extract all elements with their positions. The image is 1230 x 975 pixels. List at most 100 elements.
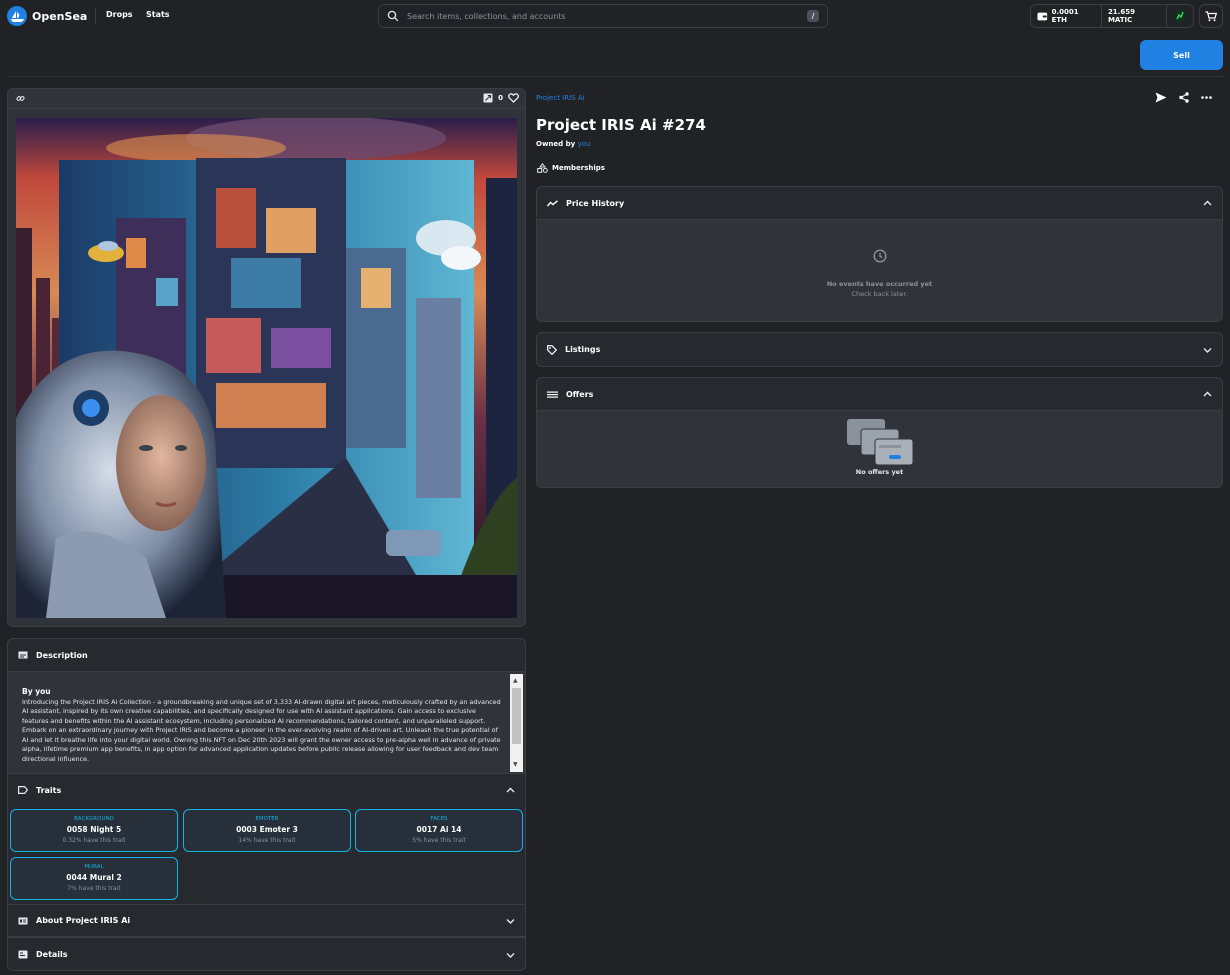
description-author: By you	[22, 687, 51, 696]
clock-icon	[872, 249, 887, 263]
favorite-count: 0	[498, 94, 503, 102]
trait-mural[interactable]: MURAL 0044 Mural 2 7% have this trait	[10, 857, 178, 900]
listings-panel: Listings	[536, 332, 1223, 367]
description-header[interactable]: Description	[8, 639, 525, 672]
trait-type: MURAL	[84, 864, 104, 870]
traits-title: Traits	[36, 785, 62, 795]
item-details-card: Description By you Introducing the Proje…	[7, 638, 526, 971]
matic-balance[interactable]: 21.659 MATIC	[1102, 5, 1166, 27]
sell-button[interactable]: Sell	[1140, 40, 1223, 70]
profile-avatar[interactable]	[1167, 5, 1193, 27]
about-collection-header[interactable]: About Project IRIS Ai	[8, 904, 525, 937]
trait-background[interactable]: BACKGROUND 0058 Night 5 0.32% have this …	[10, 809, 178, 852]
nft-artwork-image[interactable]	[16, 118, 517, 618]
nft-title: Project IRIS Ai #274	[536, 116, 706, 134]
empty-offers-illustration	[846, 419, 913, 466]
wallet-balance[interactable]: 0.0001 ETH 21.659 MATIC	[1030, 4, 1194, 28]
owned-by: Owned by you	[536, 140, 590, 148]
nav-drops[interactable]: Drops	[106, 10, 133, 19]
no-offers-text: No offers yet	[855, 468, 904, 476]
offers-header[interactable]: Offers	[537, 378, 1222, 411]
nav-stats[interactable]: Stats	[146, 10, 170, 19]
chevron-down-icon[interactable]	[1203, 347, 1212, 353]
details-header[interactable]: Details	[8, 937, 525, 970]
heart-icon[interactable]	[508, 93, 519, 103]
owner-link[interactable]: you	[578, 140, 591, 148]
header-divider	[7, 76, 1223, 77]
category-memberships[interactable]: Memberships	[537, 163, 605, 173]
price-tag-icon	[547, 344, 557, 355]
share-icon[interactable]	[1179, 92, 1189, 103]
price-history-panel: Price History No events have occurred ye…	[536, 186, 1223, 322]
details-title: Details	[36, 950, 68, 959]
search-bar[interactable]: Search items, collections, and accounts …	[378, 4, 828, 28]
cart-button[interactable]	[1199, 4, 1223, 28]
matic-balance-text: 21.659 MATIC	[1107, 8, 1135, 24]
collection-link[interactable]: Project IRIS Ai	[536, 94, 585, 102]
eth-balance[interactable]: 0.0001 ETH	[1031, 5, 1101, 27]
trait-faces[interactable]: FACES 0017 Ai 14 5% have this trait	[355, 809, 523, 852]
chevron-up-icon[interactable]	[506, 787, 515, 793]
avatar-icon	[1173, 9, 1187, 23]
top-navigation: OpenSea Drops Stats Search items, collec…	[0, 0, 1230, 32]
opensea-boat-icon	[7, 6, 27, 26]
trait-value: 0058 Night 5	[66, 825, 122, 834]
traits-header[interactable]: Traits	[8, 774, 525, 806]
listings-title: Listings	[565, 345, 601, 354]
eth-balance-text: 0.0001 ETH	[1051, 8, 1079, 24]
scroll-down-arrow-icon[interactable]: ▼	[513, 762, 518, 768]
description-scrollbar[interactable]: ▲ ▼	[510, 674, 523, 772]
expand-image-icon[interactable]	[483, 93, 493, 103]
scrollbar-thumb[interactable]	[512, 688, 521, 744]
tag-icon	[18, 786, 28, 794]
search-input[interactable]: Search items, collections, and accounts	[407, 12, 807, 21]
price-history-empty: No events have occurred yet Check back l…	[537, 220, 1222, 298]
trait-value: 0044 Mural 2	[66, 873, 122, 882]
chain-link-icon[interactable]	[16, 94, 25, 103]
wallet-icon	[1037, 12, 1048, 20]
scroll-up-arrow-icon[interactable]: ▲	[513, 678, 518, 684]
offers-body: No offers yet	[537, 411, 1222, 487]
image-card-header: 0	[8, 89, 525, 109]
nft-image-card: 0	[7, 88, 526, 627]
cart-icon	[1205, 10, 1217, 21]
chevron-down-icon[interactable]	[506, 918, 515, 924]
trend-line-icon	[547, 199, 558, 206]
description-title: Description	[36, 650, 88, 660]
trait-rarity: 5% have this trait	[412, 837, 466, 844]
price-history-body: No events have occurred yet Check back l…	[537, 220, 1222, 321]
price-history-title: Price History	[566, 198, 625, 208]
brand-name: OpenSea	[32, 9, 88, 23]
search-shortcut-key: /	[807, 10, 819, 22]
trait-rarity: 14% have this trait	[238, 837, 296, 844]
item-actions	[1155, 92, 1212, 103]
offers-empty: No offers yet	[537, 411, 1222, 476]
info-card-icon	[18, 917, 28, 924]
description-text: Introducing the Project IRIS Ai Collecti…	[22, 697, 501, 763]
opensea-logo[interactable]: OpenSea	[7, 6, 87, 26]
nav-divider	[95, 8, 96, 24]
trait-type: EMOTER	[255, 816, 279, 822]
memberships-icon	[537, 163, 548, 173]
chevron-up-icon[interactable]	[1203, 391, 1212, 397]
more-options-icon[interactable]	[1201, 92, 1212, 103]
description-body: By you Introducing the Project IRIS Ai C…	[8, 672, 525, 774]
offers-list-icon	[547, 391, 558, 398]
description-icon	[18, 651, 28, 659]
transfer-send-icon[interactable]	[1155, 92, 1167, 103]
about-collection-title: About Project IRIS Ai	[36, 916, 131, 925]
chevron-up-icon[interactable]	[1203, 200, 1212, 206]
empty-events-subtitle: Check back later.	[851, 290, 908, 298]
listings-header[interactable]: Listings	[537, 333, 1222, 366]
trait-type: FACES	[430, 816, 448, 822]
trait-rarity: 0.32% have this trait	[62, 837, 126, 844]
trait-emoter[interactable]: EMOTER 0003 Emoter 3 14% have this trait	[183, 809, 351, 852]
trait-value: 0003 Emoter 3	[236, 825, 298, 834]
price-history-header[interactable]: Price History	[537, 187, 1222, 220]
trait-value: 0017 Ai 14	[416, 825, 462, 834]
details-icon	[18, 950, 28, 959]
chevron-down-icon[interactable]	[506, 952, 515, 958]
category-label: Memberships	[552, 164, 605, 172]
offers-title: Offers	[566, 389, 594, 399]
owned-by-label: Owned by	[536, 140, 576, 148]
